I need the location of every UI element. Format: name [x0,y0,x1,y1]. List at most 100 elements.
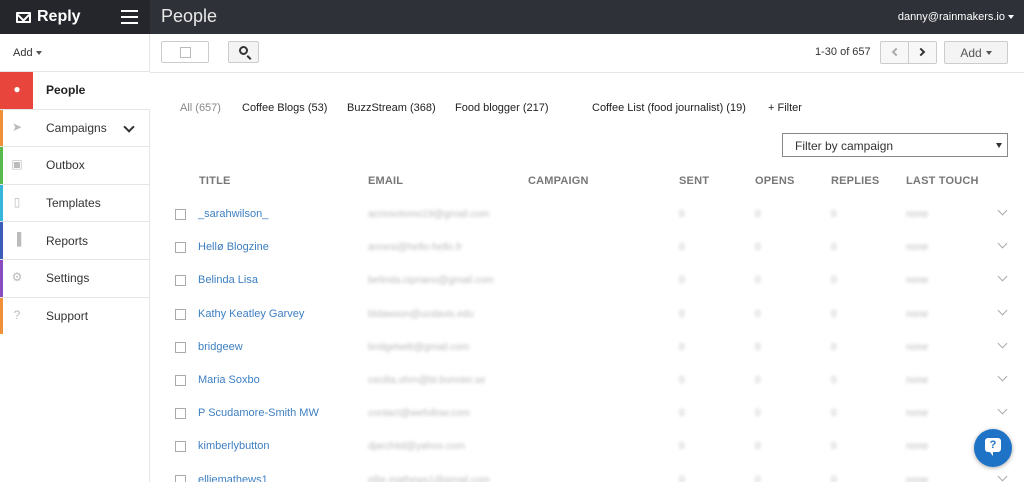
opens-cell: 0 [755,474,761,482]
last-touch-cell: none [906,441,929,453]
person-title-link[interactable]: bridgeew [198,341,243,353]
sidebar-item-label: Settings [46,271,90,286]
replies-cell: 0 [831,209,837,220]
sidebar-color-stripe [0,147,3,184]
row-checkbox[interactable] [175,341,186,353]
previous-page-button[interactable] [880,41,909,64]
row-checkbox[interactable] [175,308,186,320]
person-title-link[interactable]: P Scudamore-Smith MW [198,407,319,419]
sidebar-color-stripe [0,184,3,222]
add-filter-link[interactable]: + Filter [768,102,802,114]
person-title-link[interactable]: Hellø Blogzine [198,241,269,253]
chevron-down-icon[interactable] [997,371,1008,382]
table-row[interactable]: Maria Soxbo cecilia.ohrn@bl.bonnier.se 0 0 0… [150,364,1024,397]
chevron-down-icon[interactable] [997,238,1008,249]
replies-cell: 0 [831,408,837,420]
row-checkbox[interactable] [175,275,186,287]
sidebar-item-campaigns[interactable]: ➤ Campaigns [0,108,150,147]
tab-buzzstream[interactable]: BuzzStream (368) [347,102,436,114]
sidebar-item-people[interactable]: ● People [0,71,150,109]
chevron-down-icon[interactable] [997,305,1008,316]
last-touch-cell: none [906,242,929,254]
next-page-button[interactable] [908,41,937,64]
email-cell: bridgetwitt@gmail.com [368,341,470,353]
campaign-filter-select[interactable]: Filter by campaign [782,133,1008,157]
column-header-campaign[interactable]: CAMPAIGN [528,175,589,187]
sidebar-item-label: Templates [46,196,101,211]
select-all-button[interactable] [161,41,209,63]
sidebar-item-settings[interactable]: ⚙ Settings [0,258,150,297]
sent-cell: 0 [679,441,685,453]
row-checkbox[interactable] [175,209,186,220]
hamburger-menu-icon[interactable] [121,10,138,24]
chevron-down-icon[interactable] [997,205,1008,216]
chevron-right-icon [916,47,926,57]
sidebar-add-button[interactable]: Add [13,47,42,59]
person-title-link[interactable]: Kathy Keatley Garvey [198,308,304,320]
sidebar: Add ● People ➤ Campaigns ▣ Outbox ▯ Templates ▐ R… [0,34,150,482]
sidebar-item-support[interactable]: ? Support [0,296,150,335]
chevron-down-icon[interactable] [997,404,1008,415]
opens-cell: 0 [755,408,761,420]
person-icon: ● [13,82,21,96]
column-header-title[interactable]: TITLE [199,175,231,187]
sidebar-item-label: Support [46,308,89,323]
column-header-replies[interactable]: REPLIES [831,175,879,187]
user-menu[interactable]: danny@rainmakers.io [898,11,1014,23]
sidebar-item-label: Outbox [46,158,85,173]
row-checkbox[interactable] [175,441,186,453]
row-checkbox[interactable] [175,474,186,482]
campaign-filter-value: Filter by campaign [795,139,894,153]
tab-all[interactable]: All (657) [180,102,221,114]
person-title-link[interactable]: _sarahwilson_ [198,208,268,220]
sidebar-item-outbox[interactable]: ▣ Outbox [0,146,150,184]
sidebar-nav: ● People ➤ Campaigns ▣ Outbox ▯ Templates ▐ Repor… [0,71,150,335]
table-row[interactable]: Belinda Lisa belinda.cipriano@gmail.com 0 0… [150,264,1024,297]
table-row[interactable]: Kathy Keatley Garvey bldawson@ucdavis.edu… [150,298,1024,331]
email-cell: ellie.mathews1@gmail.com [368,474,490,482]
person-title-link[interactable]: Belinda Lisa [198,274,258,286]
sidebar-item-reports[interactable]: ▐ Reports [0,221,150,259]
add-button[interactable]: Add [944,41,1008,64]
opens-cell: 0 [755,209,761,220]
column-header-sent[interactable]: SENT [679,175,709,187]
chevron-down-icon[interactable] [997,471,1008,481]
person-title-link[interactable]: kimberlybutton [198,440,270,452]
question-icon: ? [13,307,21,322]
tab-food-blogger[interactable]: Food blogger (217) [455,102,549,114]
table-row[interactable]: bridgeew bridgetwitt@gmail.com 0 0 0 none [150,331,1024,364]
person-title-link[interactable]: Maria Soxbo [198,374,260,386]
table-row[interactable]: _sarahwilson_ acriosotomo19@gmail.com 0 0 0 n… [150,198,1024,231]
column-header-email[interactable]: EMAIL [368,175,403,187]
row-checkbox[interactable] [175,374,186,386]
speech-tail-icon [989,451,993,456]
chevron-down-icon[interactable] [997,271,1008,282]
column-header-last-touch[interactable]: LAST TOUCH [906,175,979,187]
person-title-link[interactable]: elliemathews1 [198,474,268,482]
replies-cell: 0 [831,374,837,386]
table-row[interactable]: P Scudamore-Smith MW contact@wefollow.com… [150,397,1024,430]
row-checkbox[interactable] [175,242,186,254]
tab-coffee-blogs[interactable]: Coffee Blogs (53) [242,102,327,114]
page-title: People [161,6,218,26]
sidebar-color-stripe [0,297,3,335]
caret-down-icon [35,51,42,56]
help-chat-button[interactable]: ? [974,429,1012,467]
sent-cell: 0 [679,275,685,287]
table-row[interactable]: elliemathews1 ellie.mathews1@gmail.com 0 0 0… [150,464,1024,482]
row-checkbox[interactable] [175,408,186,420]
sidebar-item-templates[interactable]: ▯ Templates [0,183,150,222]
table-row[interactable]: Hellø Blogzine annesi@hello-hello.fr 0 0 0 no… [150,231,1024,264]
chevron-down-icon[interactable] [123,120,135,133]
opens-cell: 0 [755,441,761,453]
sent-cell: 0 [679,242,685,254]
chevron-down-icon[interactable] [997,338,1008,349]
table-row[interactable]: kimberlybutton djarchitd@yahoo.com 0 0 0 none [150,430,1024,463]
replies-cell: 0 [831,474,837,482]
caret-down-icon [1008,15,1014,20]
search-button[interactable] [228,41,259,63]
column-header-opens[interactable]: OPENS [755,175,795,187]
email-cell: bldawson@ucdavis.edu [368,308,474,320]
sidebar-item-label: Reports [46,233,89,248]
tab-coffee-list[interactable]: Coffee List (food journalist) (19) [592,102,746,114]
